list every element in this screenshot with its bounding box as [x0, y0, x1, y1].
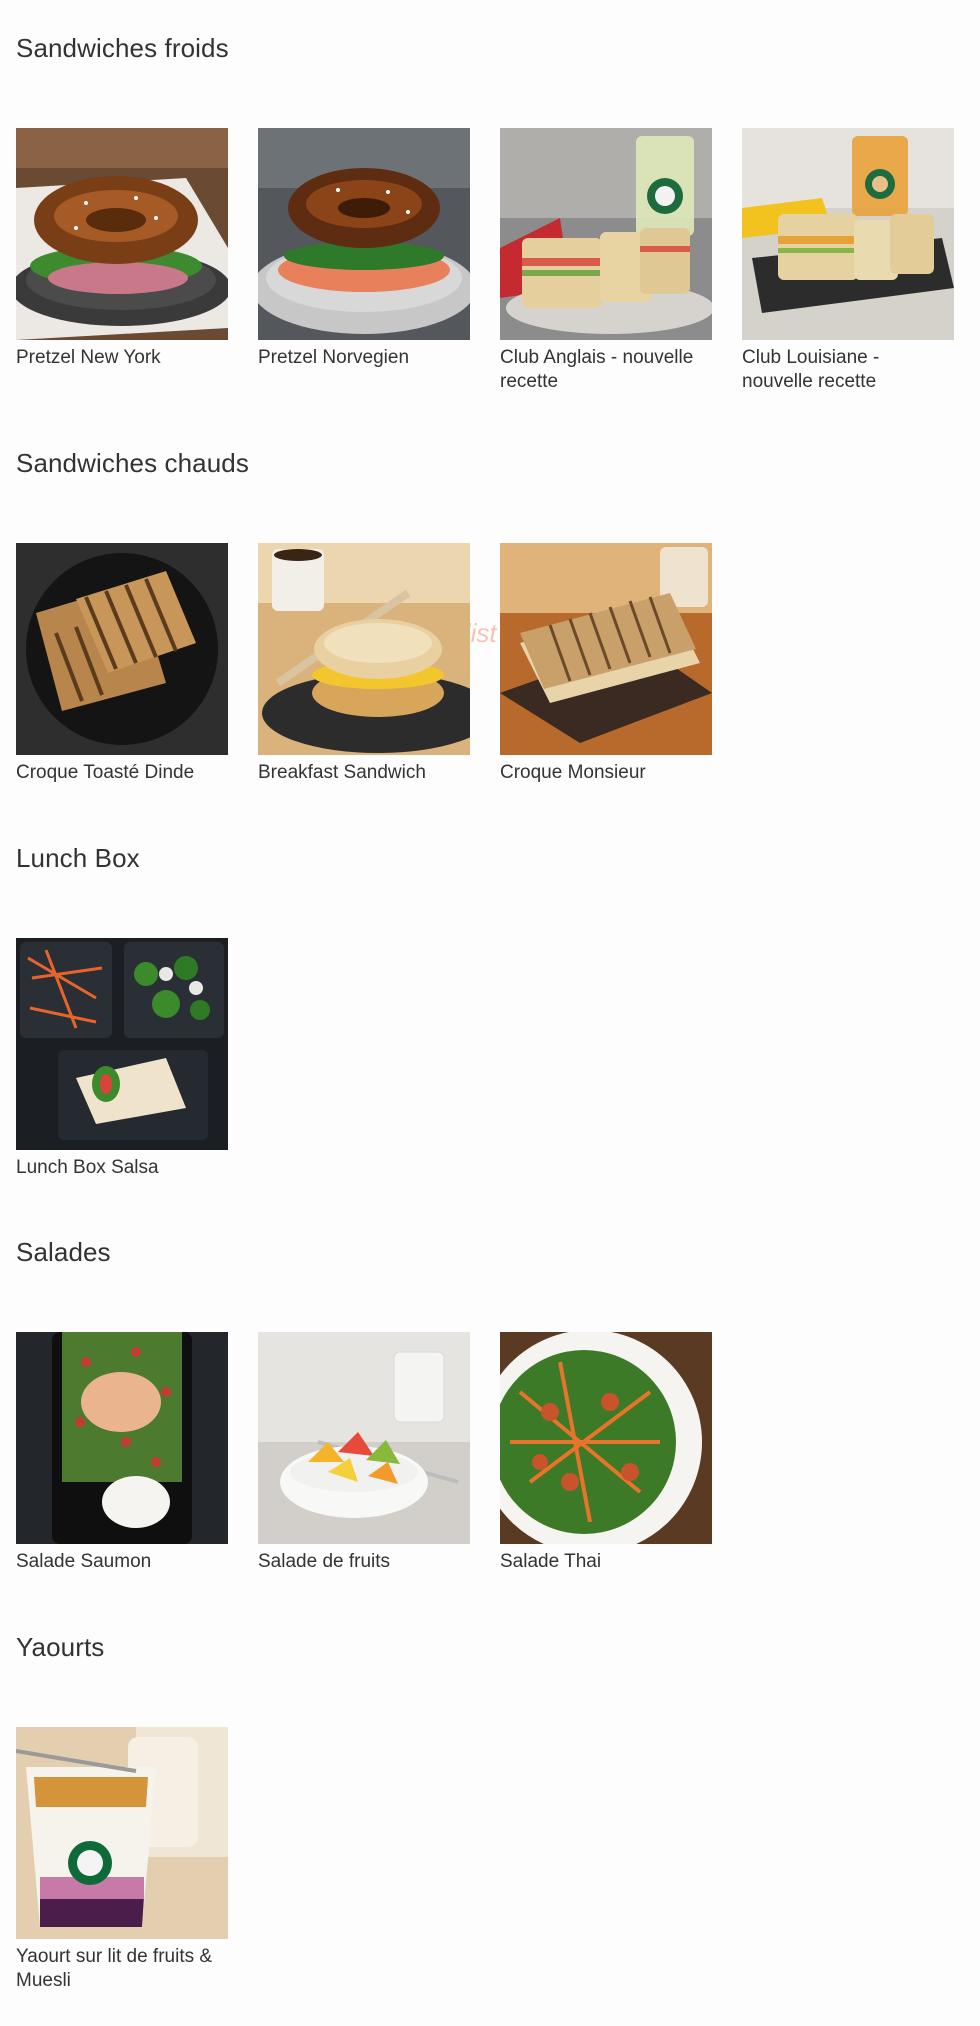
lunch-box-photo[interactable]: [16, 938, 228, 1150]
item-grid: Lunch Box Salsa: [16, 938, 228, 1180]
panini-photo[interactable]: [16, 543, 228, 755]
menu-item-club-anglais[interactable]: Club Anglais - nouvelle recette: [500, 128, 712, 394]
club-sandwich-photo[interactable]: [500, 128, 712, 340]
item-label: Club Louisiane - nouvelle recette: [742, 347, 880, 392]
menu-item-croque-toaste-dinde[interactable]: Croque Toasté Dinde: [16, 543, 228, 785]
item-label: Pretzel Norvegien: [258, 347, 410, 368]
item-label: Yaourt sur lit de fruits & Muesli: [16, 1946, 213, 1991]
section-title: Sandwiches froids: [16, 33, 229, 63]
salmon-salad-photo[interactable]: [16, 1332, 228, 1544]
item-label: Breakfast Sandwich: [258, 762, 426, 783]
menu-item-lunch-box-salsa[interactable]: Lunch Box Salsa: [16, 938, 228, 1180]
thai-salad-photo[interactable]: [500, 1332, 712, 1544]
item-label: Croque Toasté Dinde: [16, 762, 195, 783]
item-label: Salade Thai: [500, 1551, 602, 1572]
menu-item-pretzel-new-york[interactable]: Pretzel New York: [16, 128, 228, 394]
item-label: Croque Monsieur: [500, 762, 646, 783]
menu-item-salade-de-fruits[interactable]: Salade de fruits: [258, 1332, 470, 1574]
menu-item-breakfast-sandwich[interactable]: Breakfast Sandwich: [258, 543, 470, 785]
menu-item-salade-thai[interactable]: Salade Thai: [500, 1332, 712, 1574]
item-label: Lunch Box Salsa: [16, 1157, 159, 1178]
item-grid: Pretzel New York Pretzel Norvegien Club …: [16, 128, 954, 394]
section-title: Sandwiches chauds: [16, 448, 249, 478]
section-title: Salades: [16, 1237, 111, 1267]
section-sandwiches-froids: Sandwiches froids Pretzel New York Pretz…: [16, 33, 966, 392]
item-label: Salade Saumon: [16, 1551, 152, 1572]
item-grid: Croque Toasté Dinde Breakfast Sandwich C…: [16, 543, 712, 785]
menu-item-yaourt-fruits-muesli[interactable]: Yaourt sur lit de fruits & Muesli: [16, 1727, 228, 1993]
item-label: Pretzel New York: [16, 347, 161, 368]
menu-item-salade-saumon[interactable]: Salade Saumon: [16, 1332, 228, 1574]
section-salades: Salades Salade Saumon Salade de fruits S…: [16, 1237, 966, 1572]
item-label: Salade de fruits: [258, 1551, 391, 1572]
pretzel-salmon-photo[interactable]: [258, 128, 470, 340]
section-sandwiches-chauds: Sandwiches chauds Croque Toasté Dinde Br…: [16, 448, 966, 783]
grilled-sandwich-photo[interactable]: [500, 543, 712, 755]
fruit-salad-photo[interactable]: [258, 1332, 470, 1544]
menu-item-croque-monsieur[interactable]: Croque Monsieur: [500, 543, 712, 785]
item-label: Club Anglais - nouvelle recette: [500, 347, 694, 392]
item-grid: Salade Saumon Salade de fruits Salade Th…: [16, 1332, 712, 1574]
section-yaourts: Yaourts Yaourt sur lit de fruits & Muesl…: [16, 1632, 966, 1991]
section-title: Yaourts: [16, 1632, 105, 1662]
club-sandwich-photo[interactable]: [742, 128, 954, 340]
pretzel-sandwich-photo[interactable]: [16, 128, 228, 340]
yogurt-cup-photo[interactable]: [16, 1727, 228, 1939]
section-lunch-box: Lunch Box Lunch Box Salsa: [16, 843, 966, 1178]
muffin-sandwich-photo[interactable]: [258, 543, 470, 755]
menu-item-pretzel-norvegien[interactable]: Pretzel Norvegien: [258, 128, 470, 394]
section-title: Lunch Box: [16, 843, 140, 873]
menu-item-club-louisiane[interactable]: Club Louisiane - nouvelle recette: [742, 128, 954, 394]
item-grid: Yaourt sur lit de fruits & Muesli: [16, 1727, 228, 1993]
